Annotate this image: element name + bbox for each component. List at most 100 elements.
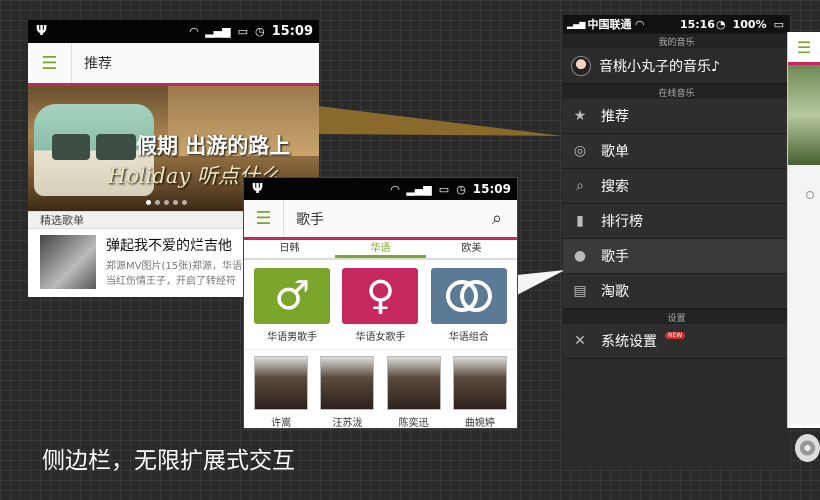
- category-female[interactable]: ♀ 华语女歌手: [341, 268, 419, 343]
- user-profile[interactable]: 音桃小丸子的音乐♪: [563, 48, 790, 84]
- section-settings: 设置: [563, 309, 790, 324]
- avatar: [571, 55, 591, 76]
- content-area: [788, 165, 820, 425]
- title-bar: ☰ 歌手 ⌕: [244, 200, 517, 240]
- carousel-indicator: [146, 200, 187, 205]
- banner-image: [788, 65, 820, 165]
- battery-icon: ▭: [237, 25, 248, 38]
- playlist-cover: [40, 235, 96, 289]
- category-label: 华语女歌手: [355, 332, 406, 343]
- menu-label: 排行榜: [601, 214, 643, 230]
- singer-item[interactable]: 汪苏泷: [319, 356, 375, 429]
- category-male[interactable]: ♂ 华语男歌手: [253, 268, 331, 343]
- battery-icon: ▭: [438, 182, 450, 196]
- status-time: 15:09: [271, 24, 313, 39]
- search-button[interactable]: ⌕: [477, 200, 517, 237]
- playlist-desc-line1: 郑源MV图片(15张)郑源，华语流: [106, 261, 252, 272]
- region-tabs: 日韩 华语 欧美: [244, 240, 517, 260]
- section-online-music: 在线音乐: [563, 84, 790, 99]
- status-bar: Ψ ◠ ▂▄▆ ▭ ◷ 15:09: [28, 20, 319, 43]
- menu-button[interactable]: ☰: [244, 200, 284, 237]
- hamburger-icon: ☰: [41, 52, 58, 74]
- category-group[interactable]: 华语组合: [430, 268, 508, 343]
- caption-text: 侧边栏，无限扩展式交互: [42, 448, 295, 474]
- menu-label: 搜索: [601, 179, 629, 195]
- menu-label: 系统设置: [601, 334, 657, 350]
- menu-item-singer[interactable]: ● 歌手: [563, 239, 790, 274]
- new-badge: NEW: [665, 331, 686, 339]
- title-bar: ☰ 推荐: [28, 43, 319, 86]
- status-bar: Ψ ◠ ▂▄▆ ▭ ◷ 15:09: [244, 178, 517, 200]
- carrier-name: 中国联通: [587, 18, 632, 31]
- radio-icon: ▤: [573, 283, 587, 299]
- callout-connector-bottom: [517, 270, 565, 295]
- battery-icon: ▭: [773, 17, 784, 31]
- menu-item-charts[interactable]: ▮ 排行榜: [563, 204, 790, 239]
- alarm-icon: ◷: [456, 182, 466, 196]
- battery-percent: 100%: [732, 17, 767, 31]
- section-my-music: 我的音乐: [563, 33, 790, 48]
- menu-button[interactable]: ☰: [28, 43, 72, 83]
- singer-name: 汪苏泷: [332, 418, 363, 429]
- singer-screen: Ψ ◠ ▂▄▆ ▭ ◷ 15:09 ☰ 歌手 ⌕ 日韩 华语 欧美 ♂ 华语男歌…: [243, 177, 518, 429]
- menu-item-system-settings[interactable]: ✕ 系统设置 NEW: [563, 324, 790, 359]
- singer-name: 陈奕迅: [398, 418, 429, 429]
- wifi-icon: ◠: [390, 182, 400, 196]
- category-label: 华语组合: [448, 332, 489, 343]
- search-icon: ⌕: [491, 208, 503, 229]
- star-icon: ★: [573, 108, 587, 124]
- wifi-icon: ◠: [635, 17, 644, 31]
- banner-headline: 假期 出游的路上: [136, 133, 291, 158]
- menu-label: 淘歌: [601, 284, 629, 300]
- menu-item-recommend[interactable]: ★ 推荐: [563, 99, 790, 134]
- signal-icon: ▂▄▆: [406, 182, 432, 196]
- singer-list: 许嵩 汪苏泷 陈奕迅 曲婉婷: [244, 349, 517, 429]
- menu-item-taoge[interactable]: ▤ 淘歌: [563, 274, 790, 309]
- wifi-icon: ◠: [189, 25, 199, 38]
- singer-photo: [254, 356, 309, 410]
- signal-icon: ▂▄▆: [205, 25, 231, 38]
- playlist-icon: ◎: [573, 143, 587, 159]
- usb-icon: Ψ: [36, 24, 48, 39]
- tab-japan-korea[interactable]: 日韩: [244, 240, 335, 258]
- lock-icon: ◔: [716, 17, 726, 31]
- signal-icon: ▂▄▆: [567, 19, 586, 29]
- tab-western[interactable]: 欧美: [426, 240, 517, 258]
- callout-connector-top: [318, 106, 563, 136]
- category-grid: ♂ 华语男歌手 ♀ 华语女歌手 华语组合: [244, 260, 517, 343]
- menu-label: 歌手: [601, 249, 629, 265]
- singer-photo: [452, 356, 507, 410]
- singer-photo: [386, 356, 441, 410]
- singer-name: 许嵩: [271, 418, 292, 429]
- singer-item[interactable]: 陈奕迅: [386, 356, 442, 429]
- disc-icon[interactable]: [795, 434, 820, 462]
- playlist-desc-line2: 当红伤情王子，开启了转经符: [106, 276, 236, 287]
- alarm-icon: ◷: [255, 25, 265, 38]
- hamburger-icon: ☰: [796, 37, 812, 57]
- hamburger-icon: ☰: [255, 208, 272, 229]
- status-time: 15:09: [472, 182, 511, 196]
- singer-icon: ●: [573, 248, 587, 264]
- page-title: 推荐: [84, 56, 112, 72]
- tab-chinese[interactable]: 华语: [335, 240, 426, 258]
- indicator-dot: [806, 191, 814, 199]
- page-title: 歌手: [296, 211, 324, 228]
- menu-label: 歌单: [601, 144, 629, 160]
- menu-item-playlist[interactable]: ◎ 歌单: [563, 134, 790, 169]
- singer-item[interactable]: 曲婉婷: [452, 356, 508, 429]
- usb-icon: Ψ: [252, 181, 264, 197]
- search-icon: ⌕: [576, 178, 584, 194]
- category-label: 华语男歌手: [267, 332, 318, 343]
- menu-button[interactable]: ☰: [788, 32, 820, 65]
- singer-item[interactable]: 许嵩: [253, 356, 309, 429]
- playlist-title: 弹起我不爱的烂吉他: [106, 238, 232, 254]
- status-time: 15:16: [679, 17, 715, 31]
- chart-icon: ▮: [576, 213, 584, 229]
- singer-name: 曲婉婷: [464, 418, 495, 429]
- menu-label: 推荐: [601, 109, 629, 125]
- content-panel-edge[interactable]: ☰: [787, 32, 820, 428]
- side-menu-screen: ▂▄▆ 中国联通 ◠ 15:16 ◔ 100% ▭ 我的音乐 音桃小丸子的音乐♪…: [563, 15, 790, 468]
- female-symbol-icon: ♀: [342, 268, 419, 324]
- menu-item-search[interactable]: ⌕ 搜索: [563, 169, 790, 204]
- status-bar: ▂▄▆ 中国联通 ◠ 15:16 ◔ 100% ▭: [563, 15, 790, 33]
